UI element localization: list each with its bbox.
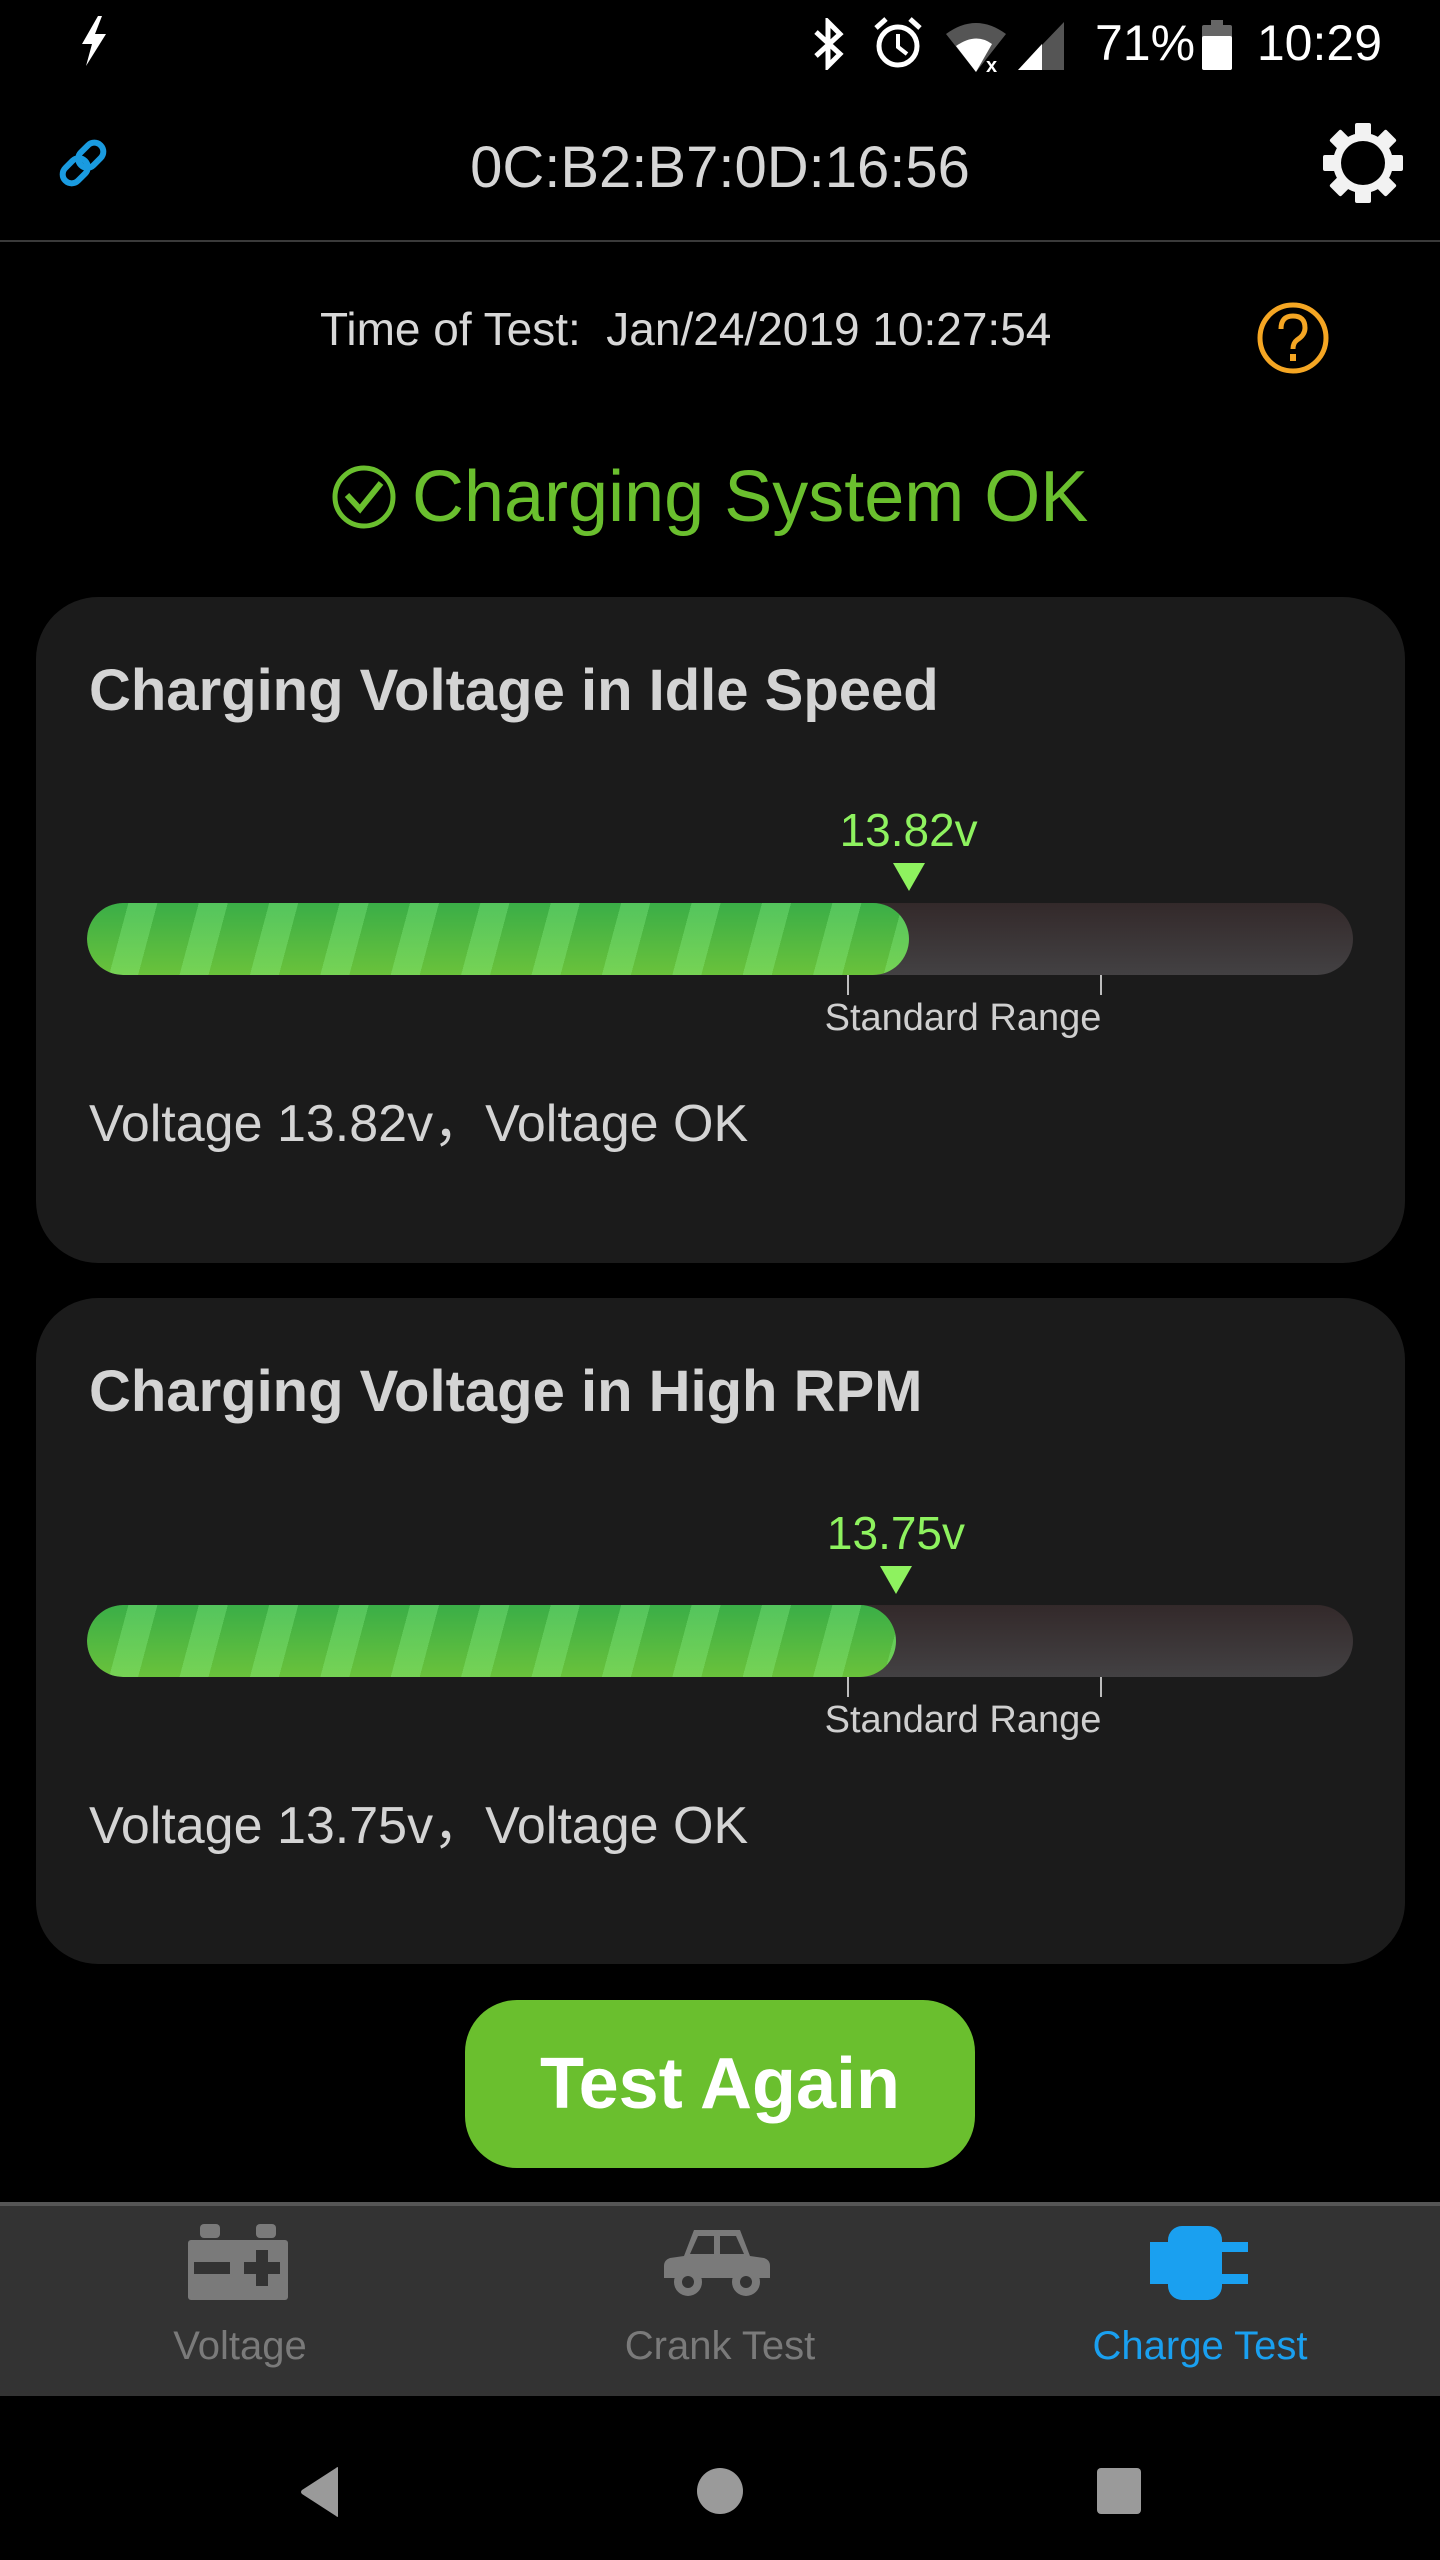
standard-range-label: Standard Range	[824, 1699, 1102, 1741]
card-title: Charging Voltage in Idle Speed	[89, 658, 939, 723]
card-title: Charging Voltage in High RPM	[89, 1359, 923, 1424]
wifi-no-internet-icon: x	[946, 23, 1006, 74]
nav-tab-crank-test[interactable]: Crank Test	[480, 2206, 960, 2396]
test-time: Time of Test: Jan/24/2019 10:27:54	[320, 303, 1052, 355]
high-rpm-card: Charging Voltage in High RPM 13.75v Stan…	[36, 1298, 1405, 1964]
system-navigation-bar	[0, 2396, 1440, 2560]
home-icon[interactable]	[695, 2466, 745, 2516]
bluetooth-icon	[814, 18, 844, 70]
bottom-navigation: Voltage Crank Test Charge Test	[0, 2202, 1440, 2396]
recents-icon[interactable]	[1097, 2468, 1141, 2514]
battery-icon	[1202, 20, 1232, 70]
nav-tab-label: Charge Test	[1092, 2324, 1308, 2368]
voltage-reading-label: 13.75v	[826, 1507, 966, 1559]
svg-text:x: x	[986, 55, 997, 74]
back-icon[interactable]	[298, 2466, 342, 2518]
nav-tab-label: Voltage	[173, 2324, 307, 2368]
check-circle-icon	[332, 465, 396, 529]
nav-tab-voltage[interactable]: Voltage	[0, 2206, 480, 2396]
idle-speed-card: Charging Voltage in Idle Speed 13.82v St…	[36, 597, 1405, 1263]
system-status-text: Charging System OK	[412, 457, 1089, 537]
voltage-reading-label: 13.82v	[839, 804, 978, 856]
range-end-tick	[1099, 1677, 1102, 1697]
help-circle-icon[interactable]	[1255, 300, 1331, 376]
voltage-bar-fill	[87, 1605, 896, 1677]
voltage-bar-track	[87, 1605, 1353, 1677]
voltage-marker-icon	[879, 1566, 912, 1594]
app-bar: 0C:B2:B7:0D:16:56	[0, 84, 1440, 240]
voltage-result: Voltage 13.75v，Voltage OK	[89, 1797, 749, 1855]
system-status: Charging System OK	[330, 452, 1088, 542]
battery-terminal-icon	[188, 2224, 288, 2300]
charging-bolt-icon	[82, 16, 106, 66]
test-again-button[interactable]: Test Again	[465, 2000, 975, 2168]
voltage-result: Voltage 13.82v，Voltage OK	[89, 1095, 749, 1153]
device-address-title: 0C:B2:B7:0D:16:56	[470, 135, 970, 200]
status-bar: x 71% 10:29	[0, 0, 1440, 84]
app-bar-divider	[0, 240, 1440, 242]
clock: 10:29	[1256, 15, 1382, 71]
range-end-tick	[1099, 975, 1102, 995]
voltage-bar-fill	[87, 903, 909, 975]
settings-gear-icon[interactable]	[1322, 122, 1404, 204]
alarm-icon	[874, 17, 922, 68]
standard-range-label: Standard Range	[824, 997, 1102, 1039]
voltage-marker-icon	[892, 863, 925, 891]
battery-percent: 71%	[1095, 15, 1196, 71]
range-start-tick	[846, 1677, 849, 1697]
cell-signal-icon	[1018, 22, 1064, 70]
nav-tab-charge-test[interactable]: Charge Test	[960, 2206, 1440, 2396]
range-start-tick	[846, 975, 849, 995]
plug-icon	[1150, 2226, 1248, 2300]
voltage-bar-track	[87, 903, 1353, 975]
nav-tab-label: Crank Test	[624, 2324, 816, 2368]
car-icon	[664, 2230, 770, 2296]
